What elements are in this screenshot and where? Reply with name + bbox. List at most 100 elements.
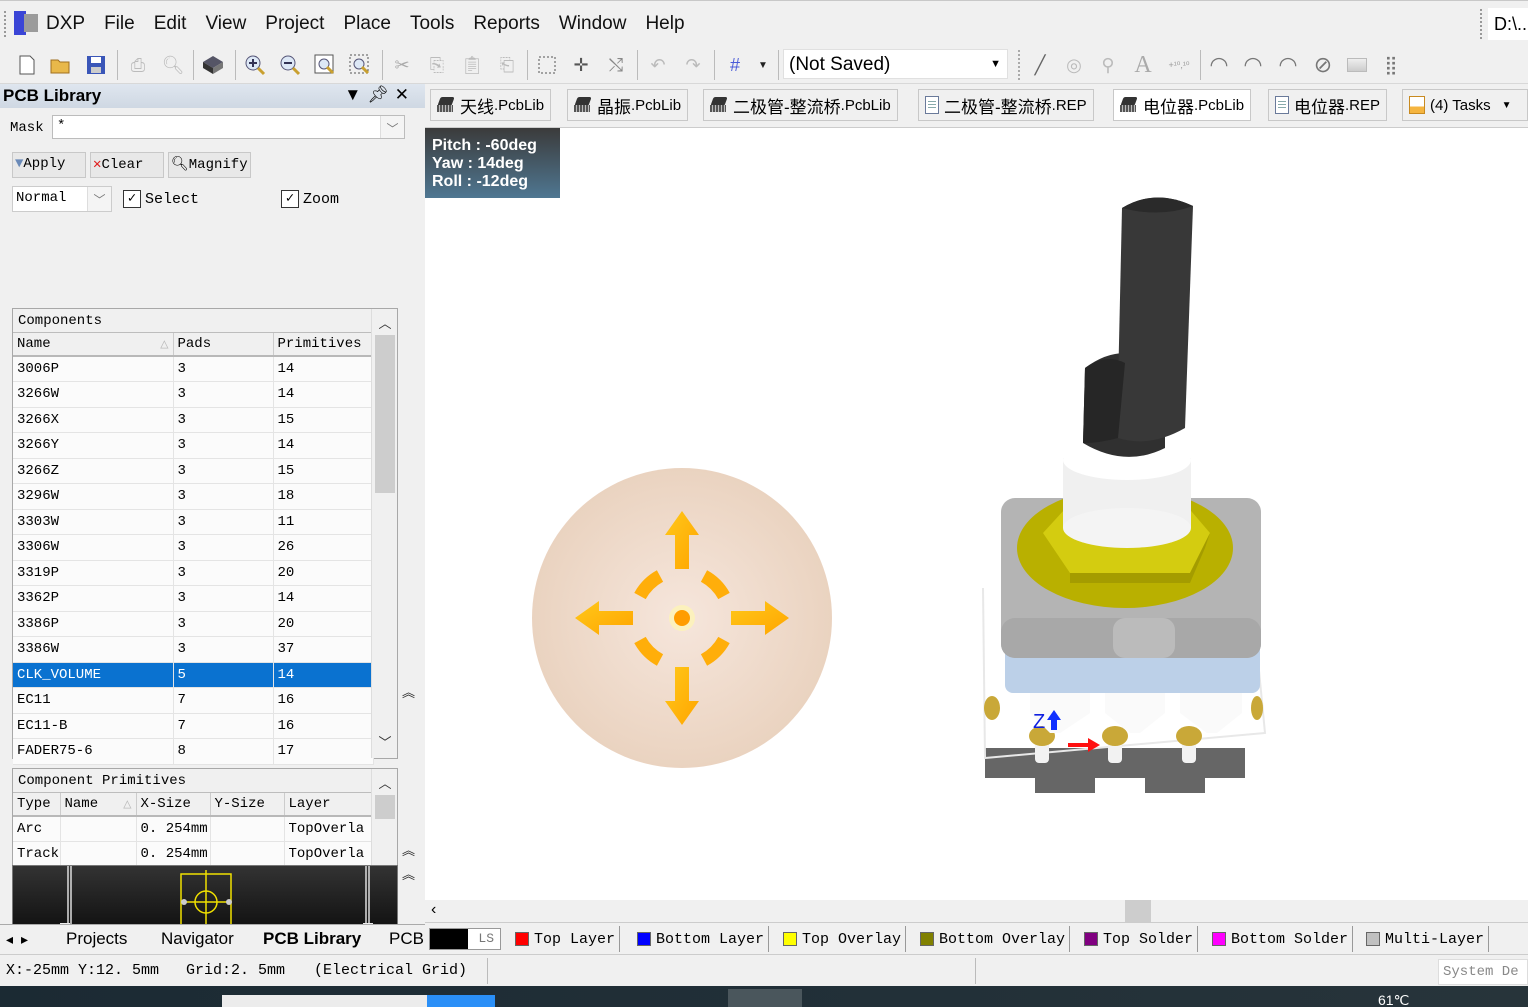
chevron-down-icon[interactable]: ﹀: [87, 187, 111, 211]
scroll-thumb[interactable]: [375, 335, 395, 493]
component-row[interactable]: 3362P 3 14: [13, 585, 374, 612]
doc-tab-crystal-pcblib[interactable]: 晶振 .PcbLib: [567, 89, 689, 121]
grid-dropdown-arrow[interactable]: ▼: [750, 52, 776, 78]
pad-icon[interactable]: ◎: [1061, 52, 1087, 78]
scroll-up-icon[interactable]: ︿: [372, 313, 398, 335]
system-button[interactable]: System De: [1438, 959, 1528, 985]
component-row[interactable]: 3386W 3 37: [13, 636, 374, 663]
scroll-thumb[interactable]: [375, 795, 395, 819]
redo-icon[interactable]: ↷: [680, 52, 706, 78]
variant-dropdown[interactable]: (Not Saved) ▼: [783, 49, 1008, 79]
panel-tab-pcb-library[interactable]: PCB Library: [257, 929, 367, 953]
menu-window[interactable]: Window: [559, 13, 640, 35]
panel-menu-icon[interactable]: ▼: [344, 85, 367, 104]
panel-tab-pcb[interactable]: PCB: [383, 929, 430, 953]
components-scrollbar[interactable]: ︿ ﹀: [371, 309, 397, 758]
grid-icon[interactable]: #: [722, 52, 748, 78]
taskbar-search-box[interactable]: [222, 995, 427, 1007]
copy-icon[interactable]: ⎘: [424, 52, 450, 78]
collapse-up-icon[interactable]: ︽: [402, 682, 415, 701]
column-header-x-size[interactable]: X-Size: [136, 793, 211, 817]
menu-project[interactable]: Project: [265, 13, 337, 35]
print-preview-icon[interactable]: 🔍︎: [160, 52, 186, 78]
array-paste-icon[interactable]: ⣿: [1378, 52, 1404, 78]
component-row[interactable]: FADER75-6 8 17: [13, 738, 374, 765]
string-icon[interactable]: A: [1130, 52, 1156, 78]
component-row[interactable]: 3319P 3 20: [13, 560, 374, 586]
layer-tab-top-layer[interactable]: Top Layer: [511, 926, 621, 952]
scroll-down-icon[interactable]: ﹀: [372, 732, 398, 754]
layer-set-button[interactable]: LS: [429, 928, 501, 950]
close-icon[interactable]: ✕: [395, 85, 415, 104]
doc-tab-tasks[interactable]: (4) Tasks ▼: [1402, 89, 1528, 121]
select-checkbox[interactable]: ✓ Select: [123, 190, 199, 208]
layer-tab-bottom-solder[interactable]: Bottom Solder: [1208, 926, 1354, 952]
column-header-name[interactable]: Name △: [60, 793, 137, 817]
menu-help[interactable]: Help: [645, 13, 697, 35]
via-icon[interactable]: ⚲: [1095, 52, 1121, 78]
zoom-out-icon[interactable]: [277, 52, 303, 78]
menu-dxp[interactable]: DXP: [46, 13, 98, 35]
column-header-type[interactable]: Type: [13, 793, 61, 817]
menu-place[interactable]: Place: [343, 13, 404, 35]
taskbar-active-app[interactable]: [728, 989, 802, 1007]
scroll-up-icon[interactable]: ︿: [372, 773, 398, 795]
doc-tab-diode-bridge-pcblib[interactable]: 二极管-整流桥 .PcbLib: [703, 89, 898, 121]
apply-button[interactable]: ▼Apply: [12, 152, 86, 178]
rubber-stamp-icon[interactable]: ⎗: [494, 52, 520, 78]
mask-input[interactable]: * ﹀: [52, 115, 405, 139]
component-row[interactable]: 3266Y 3 14: [13, 432, 374, 459]
column-header-name[interactable]: Name △: [13, 333, 174, 357]
doc-tab-potentiometer-rep[interactable]: 电位器 .REP: [1268, 89, 1388, 121]
panel-tab-navigator[interactable]: Navigator: [155, 929, 240, 953]
magnify-button[interactable]: 🔍︎Magnify: [168, 152, 251, 178]
document-path[interactable]: D:\...: [1488, 8, 1528, 40]
3d-component-model[interactable]: Z: [965, 188, 1275, 798]
taskbar-search-button[interactable]: [427, 995, 495, 1007]
3d-viewport[interactable]: Pitch : -60deg Yaw : 14deg Roll : -12deg: [425, 128, 1528, 900]
collapse-up-icon[interactable]: ︽: [402, 864, 415, 883]
chevron-down-icon[interactable]: ﹀: [380, 116, 404, 138]
column-header-pads[interactable]: Pads: [173, 333, 274, 357]
panel-tab-projects[interactable]: Projects: [60, 929, 133, 953]
menu-edit[interactable]: Edit: [154, 13, 200, 35]
print-icon[interactable]: ⎙: [125, 52, 151, 78]
primitive-row[interactable]: Track 0. 254mm TopOverla: [13, 841, 374, 868]
layer-tab-bottom-overlay[interactable]: Bottom Overlay: [916, 926, 1071, 952]
component-row[interactable]: EC11-B 7 16: [13, 713, 374, 739]
line-icon[interactable]: ╱: [1027, 52, 1053, 78]
select-area-icon[interactable]: [534, 52, 560, 78]
column-header-layer[interactable]: Layer: [284, 793, 374, 817]
column-header-primitives[interactable]: Primitives: [273, 333, 374, 357]
fill-icon[interactable]: [1344, 52, 1370, 78]
viewport-hscrollbar[interactable]: ‹: [425, 900, 1528, 922]
3d-pan-control[interactable]: [531, 466, 833, 771]
full-circle-icon[interactable]: ⊘: [1310, 52, 1336, 78]
arc-edge-icon[interactable]: ◠: [1240, 52, 1266, 78]
zoom-fit-icon[interactable]: [312, 52, 338, 78]
pin-icon[interactable]: 📌︎: [367, 85, 395, 104]
component-row[interactable]: 3266Z 3 15: [13, 458, 374, 484]
arc-center-icon[interactable]: ◠: [1206, 52, 1232, 78]
menu-file[interactable]: File: [104, 13, 148, 35]
scroll-left-icon[interactable]: ‹: [431, 901, 436, 919]
mode-select[interactable]: Normal ﹀: [12, 186, 112, 212]
zoom-area-icon[interactable]: [347, 52, 373, 78]
coordinate-icon[interactable]: +¹⁰,¹⁰: [1166, 52, 1192, 78]
component-row[interactable]: 3296W 3 18: [13, 483, 374, 510]
layer-tab-multi-layer[interactable]: Multi-Layer: [1362, 926, 1490, 952]
menu-tools[interactable]: Tools: [410, 13, 467, 35]
new-icon[interactable]: [14, 52, 40, 78]
layer-tab-top-overlay[interactable]: Top Overlay: [779, 926, 907, 952]
component-row[interactable]: 3306W 3 26: [13, 534, 374, 561]
zoom-in-icon[interactable]: [242, 52, 268, 78]
component-row[interactable]: 3266W 3 14: [13, 381, 374, 408]
tab-scroll-left-icon[interactable]: ◂: [6, 931, 21, 947]
move-icon[interactable]: ✛: [568, 52, 594, 78]
collapse-up-icon[interactable]: ︽: [402, 840, 415, 859]
tab-scroll-right-icon[interactable]: ▸: [21, 931, 36, 947]
component-row[interactable]: 3386P 3 20: [13, 611, 374, 637]
scroll-thumb[interactable]: [1125, 900, 1151, 922]
cross-select-icon[interactable]: ⤭: [603, 52, 629, 78]
dxp-logo-icon[interactable]: [14, 11, 40, 35]
